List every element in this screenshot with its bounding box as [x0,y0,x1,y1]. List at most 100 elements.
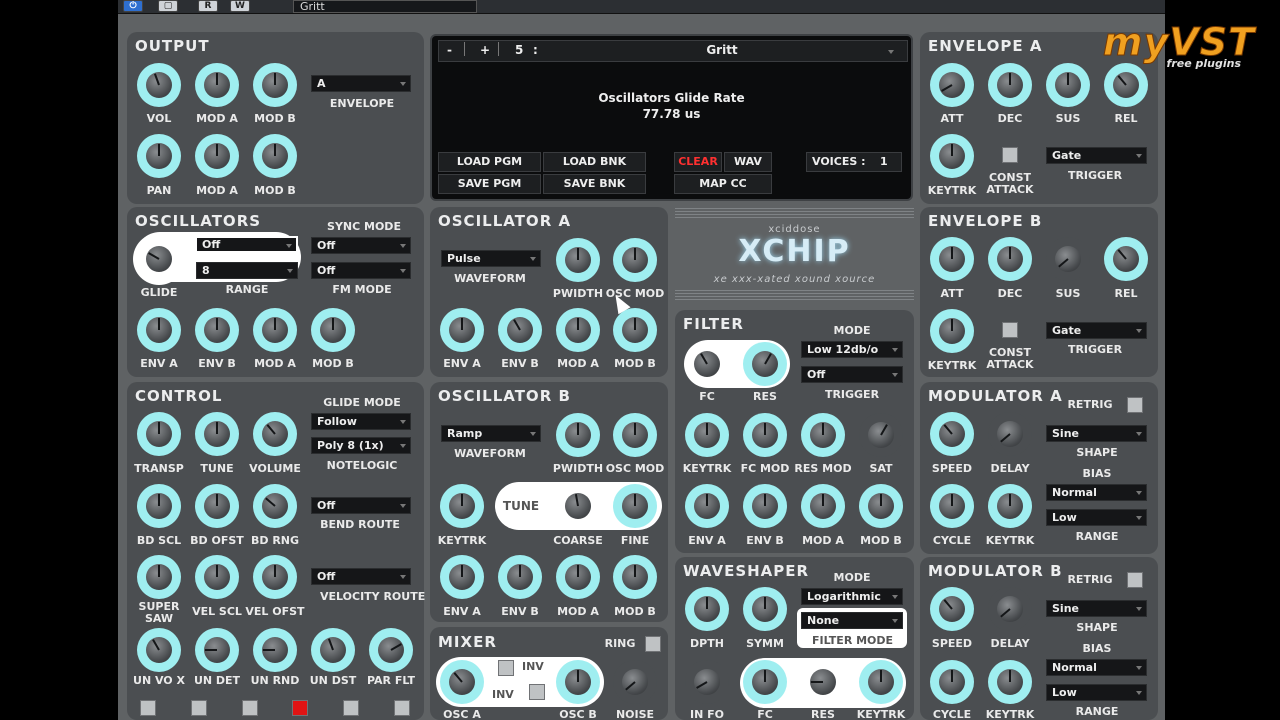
osc-mod-a-knob[interactable] [253,308,297,352]
mod-b-bias-select[interactable]: Normal [1046,659,1147,676]
osc-env-b-knob[interactable] [195,308,239,352]
ring-toggle[interactable] [645,636,661,652]
osc-b-waveform-select[interactable]: Ramp [441,425,541,442]
filter-res-mod-knob[interactable] [801,413,845,457]
load-pgm-button[interactable]: LOAD PGM [438,152,541,172]
mod-b-range-select[interactable]: Low [1046,684,1147,701]
osc-mod-b-knob[interactable] [311,308,355,352]
prev-program-button[interactable]: - [447,43,452,57]
env-b-trigger-select[interactable]: Gate [1046,322,1147,339]
un-rnd-knob[interactable] [253,628,297,672]
env-a-dec-knob[interactable] [988,63,1032,107]
glide-knob[interactable] [137,237,181,281]
osc-b-mod-b-knob[interactable] [613,555,657,599]
waveshaper-in-fo-knob[interactable] [685,660,729,704]
un-vo-x-knob[interactable] [137,628,181,672]
wav-button[interactable]: WAV [724,152,772,172]
pan-mod-a-knob[interactable] [195,134,239,178]
un-dst-knob[interactable] [311,628,355,672]
env-b-rel-knob[interactable] [1104,237,1148,281]
osc-a-mod-b-knob[interactable] [613,308,657,352]
mixer-osc-a-knob[interactable] [440,660,484,704]
osc-env-a-knob[interactable] [137,308,181,352]
mod-b-retrig-toggle[interactable] [1127,572,1143,588]
envelope-select[interactable]: A [311,75,411,92]
clear-button[interactable]: CLEAR [674,152,722,172]
host-preset-field[interactable]: Gritt [293,0,477,13]
bottom-toggle-2[interactable] [191,700,207,716]
osc-b-coarse-knob[interactable] [556,484,600,528]
osc-b-mod-a-knob[interactable] [556,555,600,599]
filter-mode-select[interactable]: Low 12db/o [801,341,903,358]
bd-rng-knob[interactable] [253,484,297,528]
notelogic-select[interactable]: Poly 8 (1x) [311,437,411,454]
filter-mod-b-knob[interactable] [859,484,903,528]
waveshaper-keytrk-knob[interactable] [859,660,903,704]
velocity-route-select[interactable]: Off [311,568,411,585]
mod-b-knob[interactable] [253,63,297,107]
osc-a-pwidth-knob[interactable] [556,238,600,282]
osc-a-mod-a-knob[interactable] [556,308,600,352]
glide-value-select[interactable]: Off [195,236,298,253]
waveshaper-fc-knob[interactable] [743,660,787,704]
vol-knob[interactable] [137,63,181,107]
mixer-noise-knob[interactable] [613,660,657,704]
bottom-toggle-6[interactable] [394,700,410,716]
tune-knob[interactable] [195,412,239,456]
env-b-const-attack-toggle[interactable] [1002,322,1018,338]
volume-knob[interactable] [253,412,297,456]
osc-a-waveform-select[interactable]: Pulse [441,250,541,267]
sync-mode-select[interactable]: Off [311,237,411,254]
env-b-keytrk-knob[interactable] [930,309,974,353]
mod-b-shape-select[interactable]: Sine [1046,600,1147,617]
mod-a-speed-knob[interactable] [930,412,974,456]
env-a-const-attack-toggle[interactable] [1002,147,1018,163]
filter-res-knob[interactable] [743,342,787,386]
compare-button[interactable]: ▢ [158,0,178,12]
fm-mode-select[interactable]: Off [311,262,411,279]
osc-b-osc-mod-knob[interactable] [613,413,657,457]
osc-b-fine-knob[interactable] [613,484,657,528]
power-button[interactable]: ⏻ [123,0,143,12]
osc-a-env-b-knob[interactable] [498,308,542,352]
mod-a-retrig-toggle[interactable] [1127,397,1143,413]
filter-fc-mod-knob[interactable] [743,413,787,457]
filter-fc-knob[interactable] [685,342,729,386]
filter-env-b-knob[interactable] [743,484,787,528]
program-name[interactable]: Gritt [572,43,872,57]
read-automation-button[interactable]: R [198,0,218,12]
osc-a-env-a-knob[interactable] [440,308,484,352]
osc-a-osc-mod-knob[interactable] [613,238,657,282]
env-a-att-knob[interactable] [930,63,974,107]
mod-a-knob[interactable] [195,63,239,107]
filter-env-a-knob[interactable] [685,484,729,528]
voices-value[interactable]: 1 [880,153,888,171]
mod-a-shape-select[interactable]: Sine [1046,425,1147,442]
par-flt-knob[interactable] [369,628,413,672]
map-cc-button[interactable]: MAP CC [674,174,772,194]
save-pgm-button[interactable]: SAVE PGM [438,174,541,194]
waveshaper-dpth-knob[interactable] [685,587,729,631]
bend-route-select[interactable]: Off [311,497,411,514]
mod-a-cycle-knob[interactable] [930,484,974,528]
osc-b-pwidth-knob[interactable] [556,413,600,457]
bottom-toggle-1[interactable] [140,700,156,716]
waveshaper-filter-mode-select[interactable]: None [801,612,903,629]
un-det-knob[interactable] [195,628,239,672]
mod-a-range-select[interactable]: Low [1046,509,1147,526]
range-select[interactable]: 8 [196,262,298,279]
mixer-osc-b-knob[interactable] [556,660,600,704]
mod-b-delay-knob[interactable] [988,587,1032,631]
env-a-keytrk-knob[interactable] [930,134,974,178]
waveshaper-mode-select[interactable]: Logarithmic [801,588,903,605]
env-b-sus-knob[interactable] [1046,237,1090,281]
env-b-dec-knob[interactable] [988,237,1032,281]
filter-keytrk-knob[interactable] [685,413,729,457]
env-a-trigger-select[interactable]: Gate [1046,147,1147,164]
osc-b-keytrk-knob[interactable] [440,484,484,528]
bottom-toggle-5[interactable] [343,700,359,716]
chevron-down-icon[interactable] [888,50,894,54]
inv-b-toggle[interactable] [529,684,545,700]
load-bnk-button[interactable]: LOAD BNK [543,152,646,172]
vel-scl-knob[interactable] [195,555,239,599]
